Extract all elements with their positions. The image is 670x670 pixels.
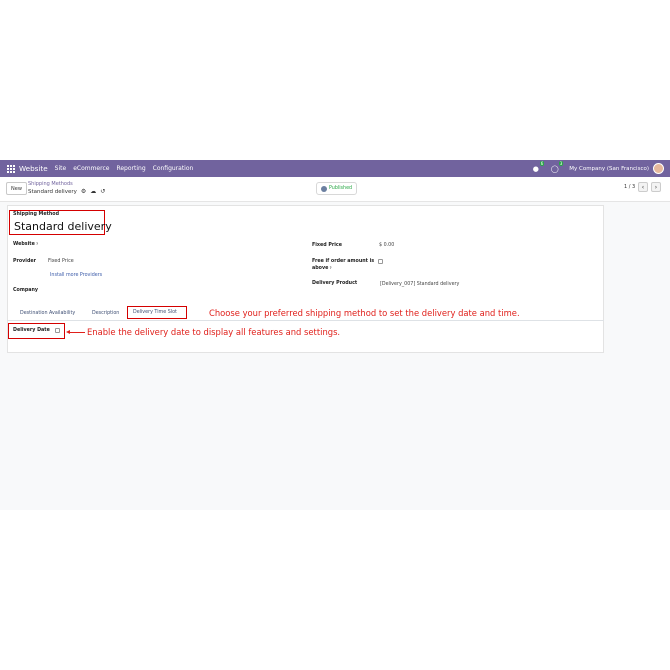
- tab-delivery-time-slot[interactable]: Delivery Time Slot: [133, 310, 177, 315]
- delivery-date-checkbox[interactable]: [55, 328, 60, 333]
- tabs-divider: [7, 320, 604, 321]
- control-panel: New Shipping Methods Standard delivery ⚙…: [0, 177, 670, 202]
- pager-next-icon[interactable]: ›: [651, 182, 661, 192]
- new-button[interactable]: New: [6, 182, 27, 195]
- install-providers-link[interactable]: Install more Providers: [50, 273, 102, 278]
- published-label: Published: [329, 186, 353, 191]
- provider-select[interactable]: Fixed Price: [48, 259, 74, 264]
- breadcrumb[interactable]: Shipping Methods: [28, 181, 73, 187]
- shipping-method-label: Shipping Method: [13, 212, 60, 217]
- delivery-product-label: Delivery Product: [312, 281, 358, 286]
- user-avatar[interactable]: [653, 163, 664, 174]
- menu-site[interactable]: Site: [55, 165, 67, 172]
- published-button[interactable]: Published: [316, 182, 358, 195]
- chat-badge: 6: [539, 161, 545, 166]
- shipping-method-input[interactable]: Standard delivery: [14, 220, 112, 233]
- globe-icon: [321, 185, 327, 192]
- apps-menu-icon[interactable]: [7, 164, 15, 173]
- free-if-label-line2: above ?: [312, 266, 332, 271]
- free-over-checkbox[interactable]: [378, 259, 383, 264]
- free-if-label-line1: Free if order amount is: [312, 259, 375, 264]
- company-switcher[interactable]: My Company (San Francisco): [569, 166, 649, 172]
- pager-prev-icon[interactable]: ‹: [638, 182, 648, 192]
- pager-value[interactable]: 1 / 3: [624, 184, 635, 190]
- annotation-tab-note: Choose your preferred shipping method to…: [209, 308, 520, 318]
- fixed-price-label: Fixed Price: [312, 243, 342, 248]
- provider-label: Provider: [13, 259, 37, 264]
- gear-icon[interactable]: ⚙: [81, 188, 86, 195]
- activity-badge: 3: [558, 161, 564, 166]
- top-navbar: Website Site eCommerce Reporting Configu…: [0, 160, 670, 177]
- record-name: Standard delivery: [28, 188, 77, 195]
- undo-icon[interactable]: ↺: [100, 188, 105, 195]
- annotation-checkbox-note: Enable the delivery date to display all …: [87, 327, 341, 337]
- fixed-price-input[interactable]: $ 0.00: [379, 243, 394, 248]
- tab-destination-availability[interactable]: Destination Availability: [20, 311, 75, 316]
- arrow-line: [69, 332, 85, 333]
- delivery-product-select[interactable]: [Delivery_007] Standard delivery: [380, 282, 459, 287]
- website-label: Website ?: [13, 242, 39, 247]
- delivery-date-label: Delivery Date: [13, 328, 50, 333]
- clock-icon[interactable]: ◯ 3: [550, 161, 564, 173]
- record-title: Standard delivery ⚙ ☁ ↺: [28, 188, 105, 195]
- menu-reporting[interactable]: Reporting: [116, 165, 145, 172]
- menu-ecommerce[interactable]: eCommerce: [73, 165, 109, 172]
- app-brand[interactable]: Website: [19, 164, 48, 173]
- tab-description[interactable]: Description: [92, 311, 119, 316]
- chat-icon[interactable]: ● 6: [531, 161, 545, 173]
- company-label: Company: [13, 288, 39, 293]
- cloud-save-icon[interactable]: ☁: [90, 188, 96, 195]
- menu-configuration[interactable]: Configuration: [153, 165, 194, 172]
